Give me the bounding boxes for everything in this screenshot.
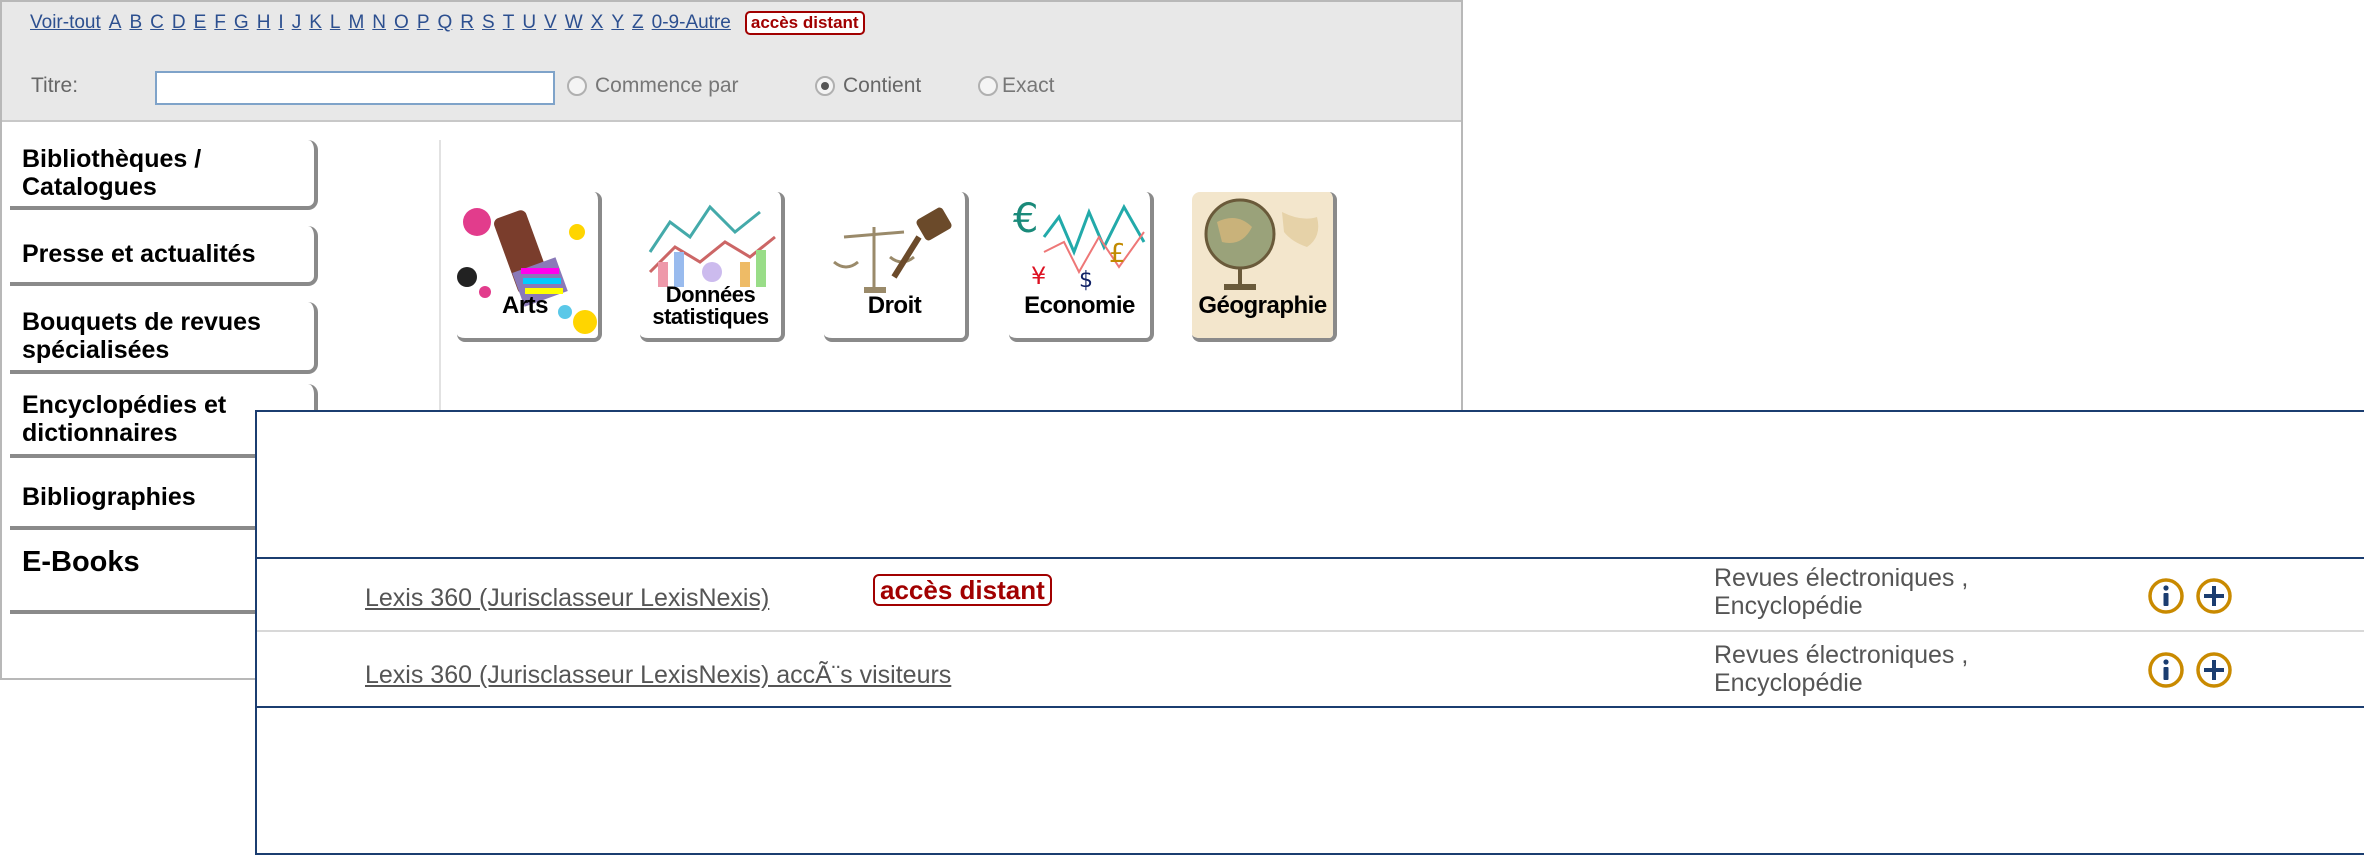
subject-tile-law[interactable]: Droit — [824, 192, 969, 342]
category-tab-journal-bundles[interactable]: Bouquets de revues spécialisées — [10, 302, 318, 374]
category-tab-bibliographies-label: Bibliographies — [22, 483, 196, 511]
subject-tile-statistics-line1: Données — [665, 282, 756, 307]
letter-w-link[interactable]: W — [565, 12, 583, 34]
letter-n-link[interactable]: N — [372, 12, 386, 34]
subject-tile-arts-label: Arts — [502, 292, 549, 319]
subject-tile-arts[interactable]: Arts — [457, 192, 602, 342]
result-type-line2: Encyclopédie — [1714, 669, 1863, 697]
add-icon[interactable] — [2195, 577, 2233, 615]
svg-text:£: £ — [1109, 239, 1126, 269]
category-tab-libraries[interactable]: Bibliothèques / Catalogues — [10, 140, 318, 210]
subject-tile-law-label: Droit — [867, 292, 922, 319]
letter-h-link[interactable]: H — [257, 12, 271, 34]
globe-icon — [1192, 192, 1333, 338]
radio-exact[interactable]: Exact — [978, 74, 1055, 98]
letter-g-link[interactable]: G — [234, 12, 249, 34]
subject-tile-statistics[interactable]: Données statistiques — [640, 192, 785, 342]
letter-other-link[interactable]: 0-9-Autre — [652, 12, 731, 34]
subject-tile-economy-label: Economie — [1024, 292, 1135, 319]
title-search-input[interactable] — [155, 71, 555, 105]
letter-y-link[interactable]: Y — [611, 12, 624, 34]
info-icon[interactable] — [2147, 651, 2185, 689]
letter-m-link[interactable]: M — [348, 12, 364, 34]
category-tab-journal-bundles-label: Bouquets de revues spécialisées — [22, 308, 261, 364]
radio-starts-with-label: Commence par — [595, 74, 739, 97]
letter-j-link[interactable]: J — [292, 12, 302, 34]
letter-s-link[interactable]: S — [482, 12, 495, 34]
svg-text:¥: ¥ — [1031, 262, 1046, 290]
letter-v-link[interactable]: V — [544, 12, 557, 34]
svg-text:$: $ — [1079, 268, 1093, 293]
currency-chart-icon: € £ ¥ $ — [1013, 196, 1146, 293]
letter-r-link[interactable]: R — [460, 12, 474, 34]
title-search-label: Titre: — [31, 74, 79, 97]
category-tab-press-label: Presse et actualités — [22, 240, 256, 268]
letter-a-link[interactable]: A — [109, 12, 122, 34]
letter-t-link[interactable]: T — [503, 12, 515, 34]
category-tab-libraries-line1: Bibliothèques / — [22, 145, 202, 173]
radio-starts-with[interactable]: Commence par — [567, 74, 739, 98]
subject-tile-economy[interactable]: € £ ¥ $ Economie — [1009, 192, 1154, 342]
letter-b-link[interactable]: B — [129, 12, 142, 34]
subject-tile-statistics-label: Données statistiques — [640, 284, 781, 328]
category-tab-encyclopedias-line2: dictionnaires — [22, 419, 178, 447]
letter-x-link[interactable]: X — [591, 12, 604, 34]
letter-u-link[interactable]: U — [522, 12, 536, 34]
radio-contains-label: Contient — [843, 74, 922, 97]
result-type-line1: Revues électroniques , — [1714, 641, 1969, 669]
result-type-line2: Encyclopédie — [1714, 592, 1863, 620]
category-tab-libraries-label: Bibliothèques / Catalogues — [22, 145, 201, 201]
result-type: Revues électroniques , Encyclopédie — [1714, 564, 1968, 620]
radio-starts-with-dot[interactable] — [567, 76, 587, 96]
alphabet-index: Voir-tout A B C D E F G H I J K L M N O … — [30, 8, 865, 38]
letter-all-link[interactable]: Voir-tout — [30, 12, 101, 34]
scales-gavel-icon — [833, 207, 952, 293]
results-dialog: Lexis 360 (Jurisclasseur LexisNexis) acc… — [255, 410, 2364, 855]
results-dialog-header — [257, 412, 2364, 559]
letter-c-link[interactable]: C — [150, 12, 164, 34]
letter-k-link[interactable]: K — [309, 12, 322, 34]
subject-tile-geography-label: Géographie — [1198, 292, 1327, 319]
letter-p-link[interactable]: P — [417, 12, 430, 34]
info-icon[interactable] — [2147, 577, 2185, 615]
letter-d-link[interactable]: D — [172, 12, 186, 34]
subject-tile-geography[interactable]: Géographie — [1192, 192, 1337, 342]
radio-exact-label: Exact — [1002, 74, 1055, 97]
letter-e-link[interactable]: E — [194, 12, 207, 34]
svg-text:€: € — [1013, 196, 1038, 242]
alphabet-filter-bar: Voir-tout A B C D E F G H I J K L M N O … — [2, 2, 1461, 122]
result-row: Lexis 360 (Jurisclasseur LexisNexis) acc… — [257, 634, 2364, 708]
radio-exact-dot[interactable] — [978, 76, 998, 96]
subject-tile-statistics-line2: statistiques — [652, 304, 769, 329]
radio-contains[interactable]: Contient — [815, 74, 921, 98]
letter-q-link[interactable]: Q — [438, 12, 453, 34]
radio-contains-dot[interactable] — [815, 76, 835, 96]
letter-f-link[interactable]: F — [214, 12, 226, 34]
result-type: Revues électroniques , Encyclopédie — [1714, 641, 1968, 697]
letter-l-link[interactable]: L — [330, 12, 341, 34]
category-tab-journal-bundles-line2: spécialisées — [22, 336, 170, 364]
paint-splash-icon — [457, 208, 597, 334]
result-title-link[interactable]: Lexis 360 (Jurisclasseur LexisNexis) acc… — [365, 661, 951, 690]
result-title-link[interactable]: Lexis 360 (Jurisclasseur LexisNexis) — [365, 584, 769, 613]
category-tab-press[interactable]: Presse et actualités — [10, 226, 318, 286]
add-icon[interactable] — [2195, 651, 2233, 689]
remote-access-badge[interactable]: accès distant — [873, 574, 1052, 606]
category-tab-journal-bundles-line1: Bouquets de revues — [22, 308, 261, 336]
letter-o-link[interactable]: O — [394, 12, 409, 34]
remote-access-badge[interactable]: accès distant — [744, 11, 865, 35]
category-tab-encyclopedias-line1: Encyclopédies et — [22, 391, 227, 419]
result-type-line1: Revues électroniques , — [1714, 564, 1969, 592]
letter-z-link[interactable]: Z — [632, 12, 644, 34]
category-tab-ebooks-label: E-Books — [22, 546, 140, 578]
letter-i-link[interactable]: I — [278, 12, 283, 34]
result-row: Lexis 360 (Jurisclasseur LexisNexis) acc… — [257, 559, 2364, 632]
category-tab-encyclopedias-label: Encyclopédies et dictionnaires — [22, 391, 226, 447]
category-tab-libraries-line2: Catalogues — [22, 173, 157, 201]
